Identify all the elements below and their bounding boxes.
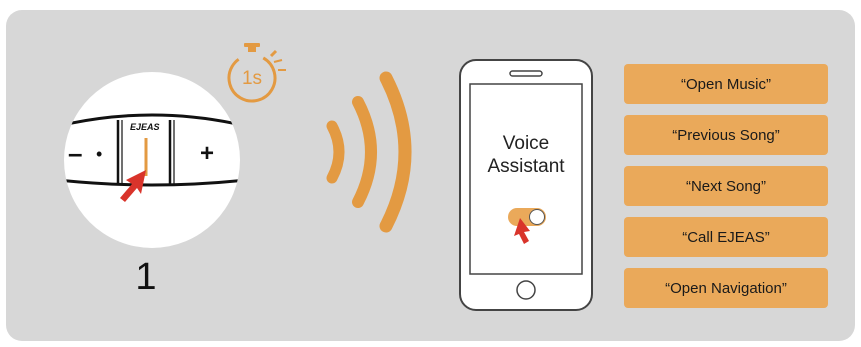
command-open-music: “Open Music” bbox=[624, 64, 828, 104]
command-call-ejeas: “Call EJEAS” bbox=[624, 217, 828, 257]
command-open-navigation: “Open Navigation” bbox=[624, 268, 828, 308]
step-number: 1 bbox=[135, 256, 157, 298]
timer-label: 1s bbox=[241, 68, 263, 89]
sound-wave-icon bbox=[326, 71, 412, 233]
plus-button[interactable]: + bbox=[200, 140, 214, 168]
title-line-1: Voice bbox=[502, 133, 550, 154]
smartphone bbox=[459, 59, 593, 311]
title-line-2: Assistant bbox=[487, 156, 565, 177]
command-previous-song: “Previous Song” bbox=[624, 115, 828, 155]
voice-assistant-title: Voice Assistant bbox=[470, 132, 582, 178]
brand-logo: EJEAS bbox=[130, 122, 160, 132]
command-next-song: “Next Song” bbox=[624, 166, 828, 206]
voice-command-list: “Open Music” “Previous Song” “Next Song”… bbox=[624, 64, 828, 319]
headset-device-closeup: EJEAS – • + bbox=[64, 72, 240, 248]
pointer-cursor-icon bbox=[120, 170, 146, 202]
voice-assistant-toggle[interactable] bbox=[504, 204, 550, 250]
indicator-dot: • bbox=[96, 144, 103, 164]
minus-button[interactable]: – bbox=[68, 138, 82, 169]
